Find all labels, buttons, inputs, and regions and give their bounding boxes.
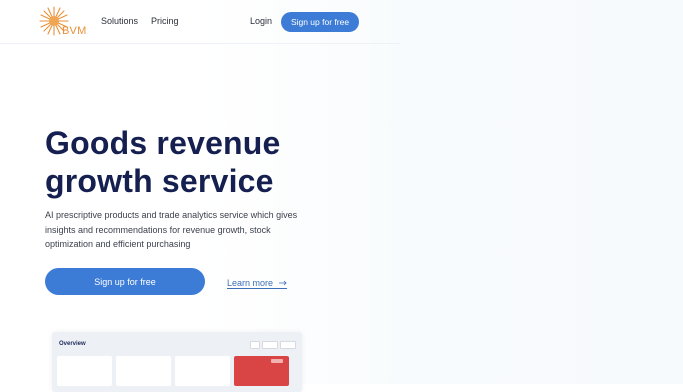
preview-card	[116, 356, 171, 386]
nav-solutions[interactable]: Solutions	[101, 16, 138, 26]
hero-title-line2: growth service	[45, 163, 274, 199]
preview-tag	[271, 359, 283, 363]
preview-control	[262, 341, 278, 349]
hero-title: Goods revenue growth service	[45, 124, 345, 200]
preview-card-alert	[234, 356, 289, 386]
preview-control	[280, 341, 296, 349]
brand-logo[interactable]: BVM	[38, 5, 94, 39]
preview-title: Overview	[59, 341, 86, 347]
arrow-right-icon	[279, 280, 287, 286]
dashboard-preview: Overview	[52, 332, 302, 392]
hero-description: AI prescriptive products and trade analy…	[45, 210, 298, 249]
learn-more-label: Learn more	[227, 278, 274, 288]
signup-cta-button[interactable]: Sign up for free	[45, 268, 205, 295]
preview-card	[175, 356, 230, 386]
nav-login[interactable]: Login	[250, 16, 272, 26]
hero-title-line1: Goods revenue	[45, 125, 281, 161]
preview-controls	[250, 341, 296, 349]
preview-control	[250, 341, 260, 349]
preview-card	[57, 356, 112, 386]
signup-header-button[interactable]: Sign up for free	[281, 12, 359, 32]
nav-pricing[interactable]: Pricing	[151, 16, 179, 26]
header-divider	[0, 43, 400, 44]
preview-cards	[57, 356, 289, 386]
brand-name: BVM	[62, 25, 87, 37]
learn-more-link[interactable]: Learn more	[227, 278, 288, 289]
